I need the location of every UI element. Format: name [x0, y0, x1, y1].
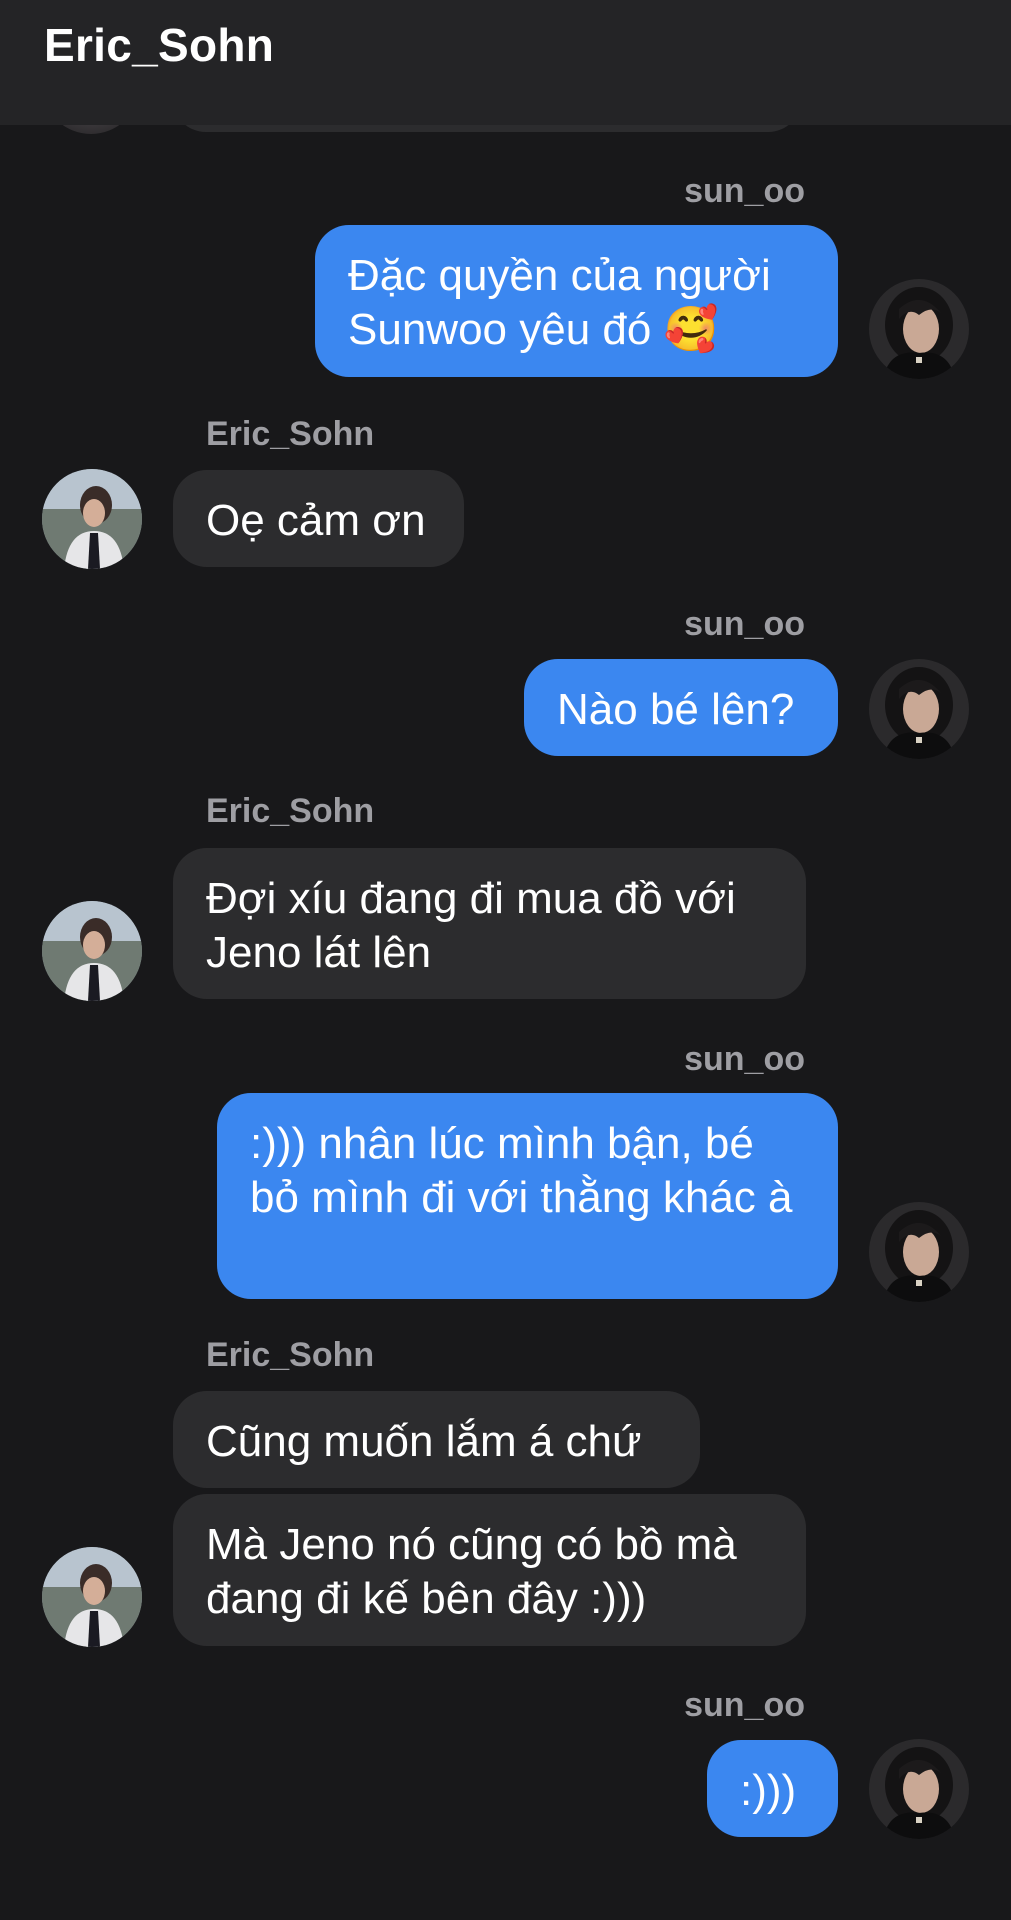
- avatar-eric-sohn-icon[interactable]: [42, 901, 142, 1001]
- message-bubble-incoming[interactable]: Mà Jeno nó cũng có bồ mà đang đi kế bên …: [173, 1494, 806, 1646]
- sender-name: Eric_Sohn: [206, 415, 375, 453]
- avatar-eric-sohn-icon[interactable]: [42, 1547, 142, 1647]
- message-bubble-outgoing[interactable]: Nào bé lên?: [524, 659, 838, 756]
- sender-name: sun_oo: [684, 605, 805, 643]
- sender-name: Eric_Sohn: [206, 1336, 375, 1374]
- message-bubble-outgoing[interactable]: :))) nhân lúc mình bận, bé bỏ mình đi vớ…: [217, 1093, 838, 1299]
- sender-name: Eric_Sohn: [206, 792, 375, 830]
- avatar-sun-oo-icon[interactable]: [869, 659, 969, 759]
- chat-header: Eric_Sohn: [0, 0, 1011, 125]
- sender-name: sun_oo: [684, 1040, 805, 1078]
- message-bubble-incoming[interactable]: Đợi xíu đang đi mua đồ với Jeno lát lên: [173, 848, 806, 999]
- sender-name: sun_oo: [684, 1686, 805, 1724]
- chat-title[interactable]: Eric_Sohn: [44, 18, 274, 72]
- avatar-sun-oo-icon[interactable]: [869, 1202, 969, 1302]
- chat-area[interactable]: Eric_Sohn sun_oo Đặc quyền của người Sun…: [0, 0, 1011, 1920]
- sender-name: sun_oo: [684, 172, 805, 210]
- message-bubble-incoming[interactable]: Oẹ cảm ơn: [173, 470, 464, 567]
- message-bubble-outgoing[interactable]: Đặc quyền của người Sunwoo yêu đó 🥰: [315, 225, 838, 377]
- avatar-sun-oo-icon[interactable]: [869, 279, 969, 379]
- avatar-eric-sohn-icon[interactable]: [42, 469, 142, 569]
- avatar-sun-oo-icon[interactable]: [869, 1739, 969, 1839]
- message-bubble-incoming[interactable]: Cũng muốn lắm á chứ: [173, 1391, 700, 1488]
- message-bubble-outgoing[interactable]: :))): [707, 1740, 838, 1837]
